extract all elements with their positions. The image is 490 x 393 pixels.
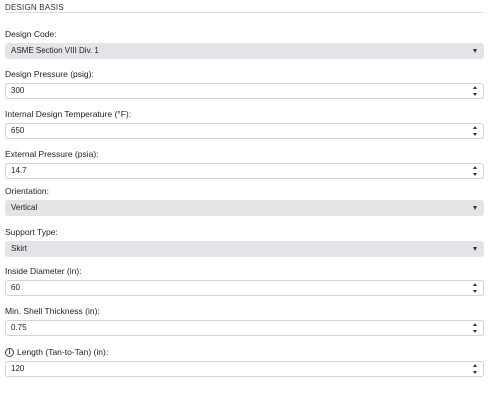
shell-thickness-value: 0.75	[11, 323, 27, 332]
length-input[interactable]: 120	[5, 361, 484, 377]
section-title: DESIGN BASIS	[5, 3, 64, 12]
shell-thickness-field: Min. Shell Thickness (in): 0.75	[5, 305, 484, 336]
chevron-down-icon	[473, 206, 477, 210]
number-spinner[interactable]	[471, 283, 479, 293]
number-spinner[interactable]	[471, 126, 479, 136]
support-type-select[interactable]: Skirt	[5, 241, 484, 257]
orientation-select[interactable]: Vertical	[5, 200, 484, 216]
orientation-label: Orientation:	[5, 186, 49, 196]
length-label-row: i Length (Tan-to-Tan) (in):	[5, 346, 484, 358]
spin-down-icon[interactable]	[473, 371, 477, 374]
spin-down-icon[interactable]	[473, 290, 477, 293]
support-type-label: Support Type:	[5, 227, 58, 237]
spin-up-icon[interactable]	[473, 126, 477, 129]
inside-diameter-input[interactable]: 60	[5, 280, 484, 296]
external-pressure-field: External Pressure (psia): 14.7	[5, 148, 484, 179]
spin-down-icon[interactable]	[473, 330, 477, 333]
design-code-field: Design Code: ASME Section VIII Div. 1	[5, 28, 484, 59]
section-divider	[5, 12, 483, 13]
number-spinner[interactable]	[471, 86, 479, 96]
shell-thickness-input[interactable]: 0.75	[5, 320, 484, 336]
number-spinner[interactable]	[471, 323, 479, 333]
spin-up-icon[interactable]	[473, 283, 477, 286]
design-pressure-input[interactable]: 300	[5, 83, 484, 99]
design-temperature-label: Internal Design Temperature (°F):	[5, 109, 132, 119]
length-label: Length (Tan-to-Tan) (in):	[17, 347, 109, 357]
external-pressure-value: 14.7	[11, 166, 27, 175]
spin-up-icon[interactable]	[473, 86, 477, 89]
inside-diameter-label: Inside Diameter (in):	[5, 266, 82, 276]
design-code-label: Design Code:	[5, 29, 57, 39]
spin-up-icon[interactable]	[473, 166, 477, 169]
design-pressure-label: Design Pressure (psig):	[5, 69, 94, 79]
spin-up-icon[interactable]	[473, 323, 477, 326]
orientation-value: Vertical	[11, 203, 38, 212]
design-temperature-input[interactable]: 650	[5, 123, 484, 139]
info-icon[interactable]: i	[5, 347, 14, 357]
number-spinner[interactable]	[471, 166, 479, 176]
design-pressure-value: 300	[11, 86, 25, 95]
spin-down-icon[interactable]	[473, 133, 477, 136]
length-value: 120	[11, 364, 25, 373]
design-code-select[interactable]: ASME Section VIII Div. 1	[5, 43, 484, 59]
chevron-down-icon	[473, 49, 477, 53]
design-pressure-field: Design Pressure (psig): 300	[5, 68, 484, 99]
design-code-value: ASME Section VIII Div. 1	[11, 46, 99, 55]
support-type-value: Skirt	[11, 244, 27, 253]
external-pressure-label: External Pressure (psia):	[5, 149, 99, 159]
number-spinner[interactable]	[471, 364, 479, 374]
shell-thickness-label: Min. Shell Thickness (in):	[5, 306, 100, 316]
spin-down-icon[interactable]	[473, 93, 477, 96]
spin-down-icon[interactable]	[473, 173, 477, 176]
length-field: i Length (Tan-to-Tan) (in): 120	[5, 346, 484, 377]
support-type-field: Support Type: Skirt	[5, 226, 484, 257]
orientation-field: Orientation: Vertical	[5, 185, 484, 216]
external-pressure-input[interactable]: 14.7	[5, 163, 484, 179]
design-temperature-value: 650	[11, 126, 25, 135]
chevron-down-icon	[473, 247, 477, 251]
inside-diameter-field: Inside Diameter (in): 60	[5, 265, 484, 296]
inside-diameter-value: 60	[11, 283, 20, 292]
spin-up-icon[interactable]	[473, 364, 477, 367]
design-temperature-field: Internal Design Temperature (°F): 650	[5, 108, 484, 139]
